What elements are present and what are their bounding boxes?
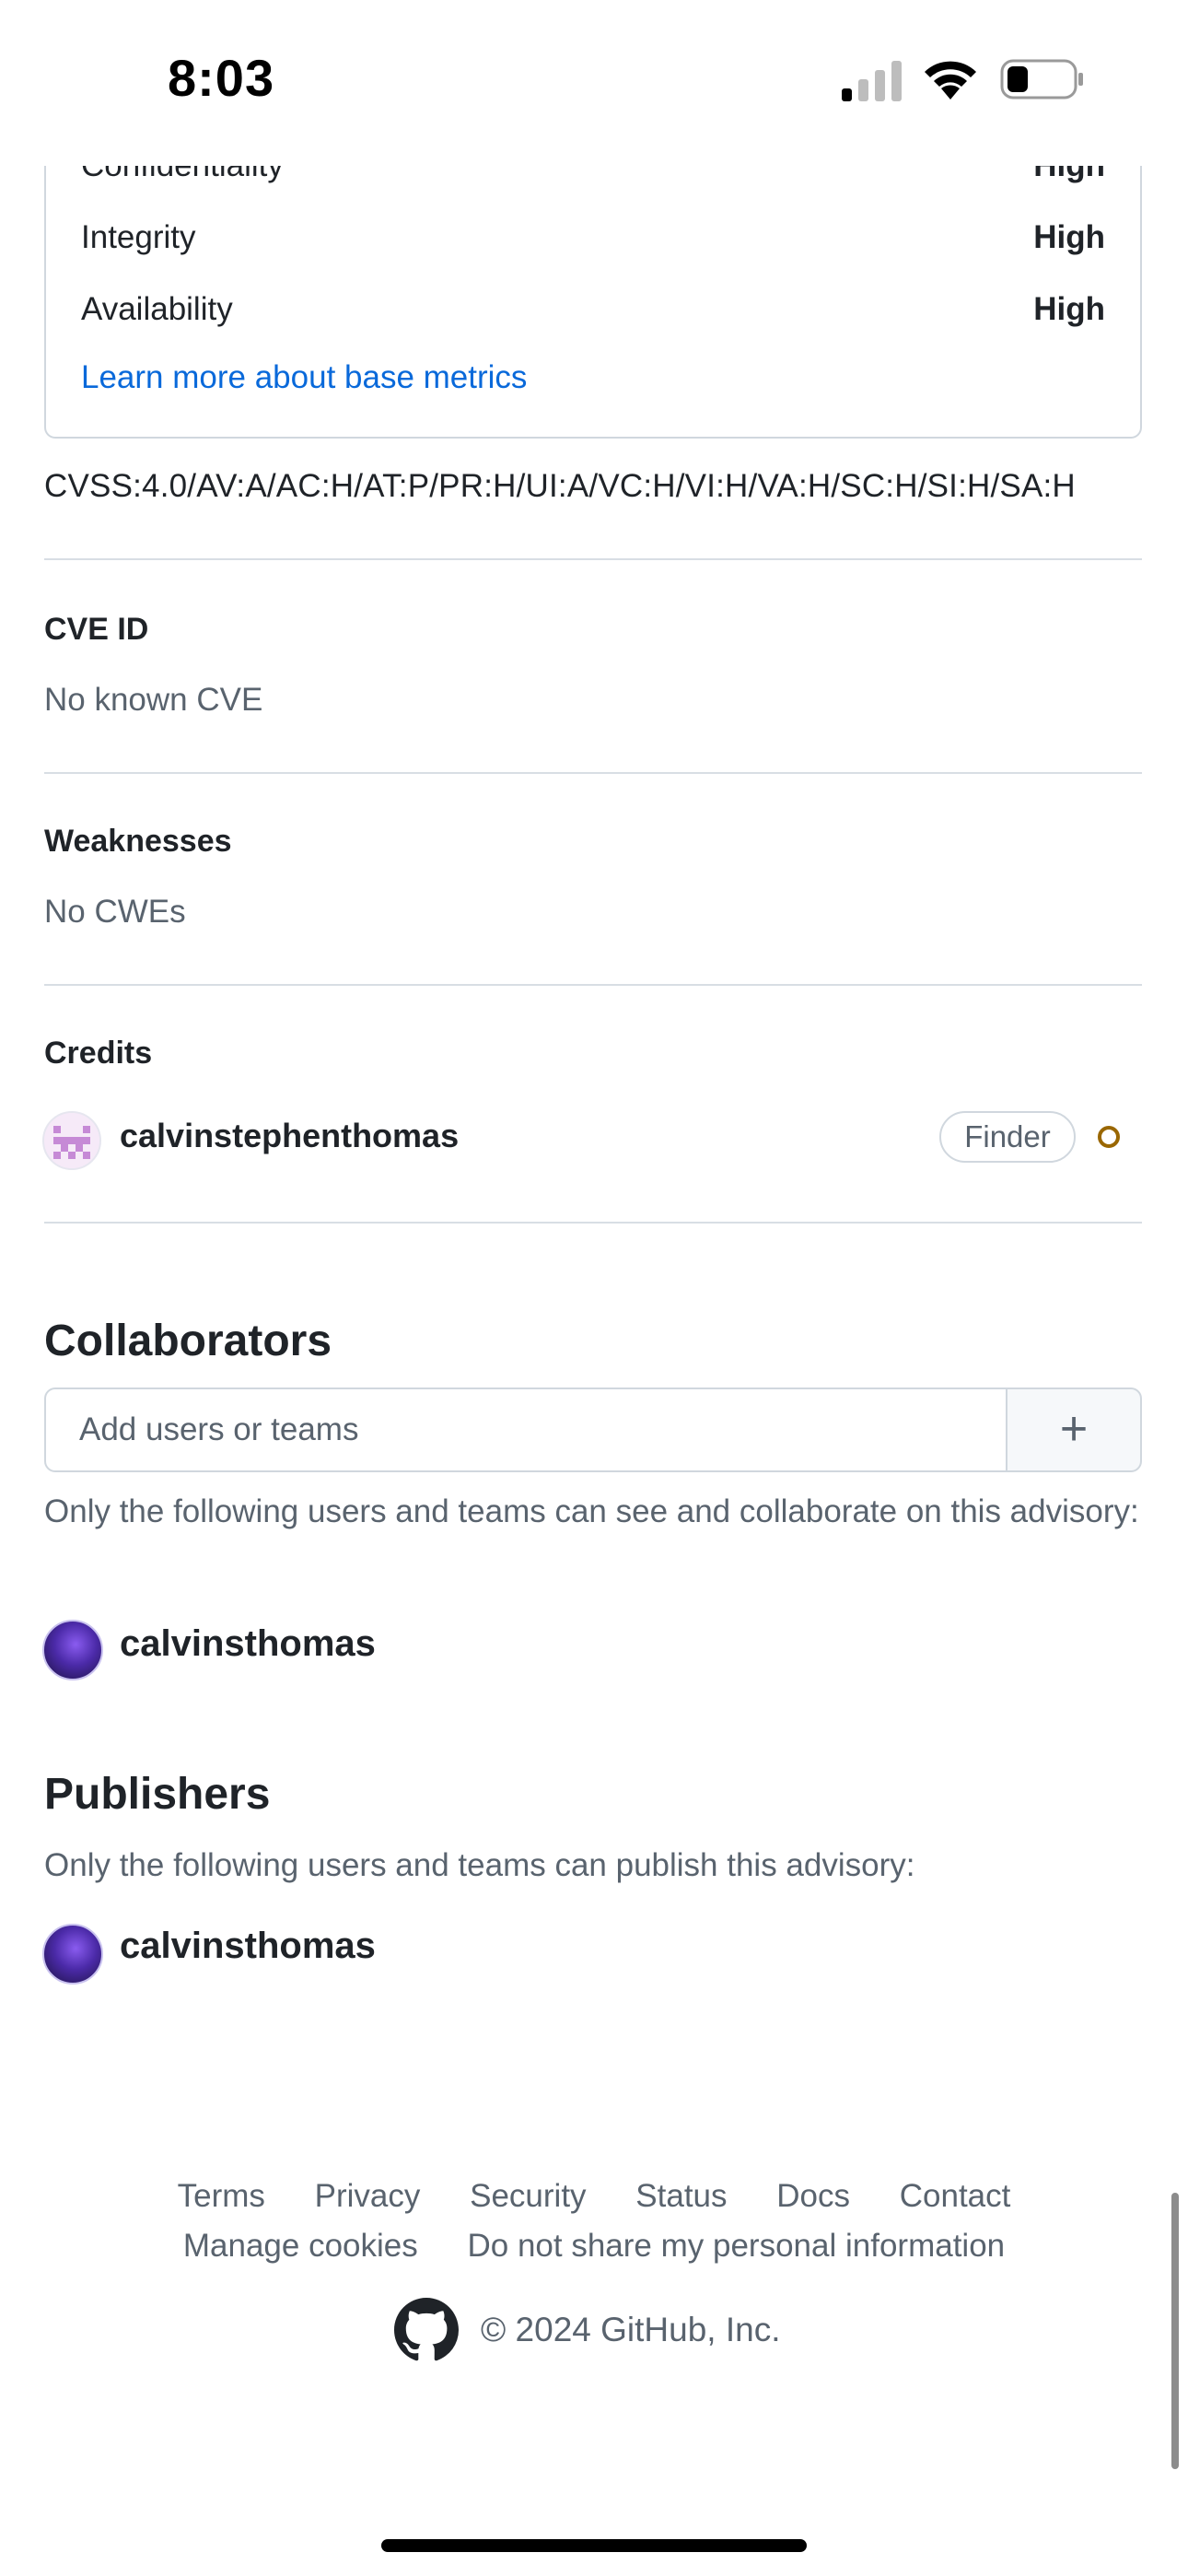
add-users-or-teams-input[interactable]: Add users or teams [44,1388,1007,1472]
metric-label: Integrity [81,219,196,255]
weaknesses-value: No CWEs [44,894,186,930]
metric-row-integrity: Integrity High [81,219,1105,256]
battery-icon [1000,59,1083,100]
scrollbar[interactable] [1171,2193,1179,2469]
avatar[interactable] [42,1924,103,1985]
cellular-signal-icon [842,61,902,101]
collaborators-description: Only the following users and teams can s… [44,1493,1139,1529]
add-collaborator-button[interactable]: + [1006,1388,1142,1472]
footer-links-row: Terms Privacy Security Status Docs Conta… [0,2178,1188,2215]
footer-link-privacy[interactable]: Privacy [315,2178,421,2214]
divider [44,558,1142,560]
wifi-icon [925,61,976,100]
footer-links-row: Manage cookies Do not share my personal … [0,2228,1188,2265]
credit-username-link[interactable]: calvinstephenthomas [120,1117,459,1155]
publisher-username-link[interactable]: calvinsthomas [120,1926,376,1967]
avatar[interactable] [42,1111,101,1170]
collaborators-heading: Collaborators [44,1317,332,1365]
metric-label: Availability [81,291,233,327]
pending-status-icon [1098,1126,1120,1148]
footer-link-manage-cookies[interactable]: Manage cookies [183,2228,418,2264]
metric-row-availability: Availability High [81,291,1105,328]
cve-id-value: No known CVE [44,682,263,718]
credits-title: Credits [44,1036,153,1071]
metric-value: High [1033,219,1105,255]
cvss-vector-string: CVSS:4.0/AV:A/AC:H/AT:P/PR:H/UI:A/VC:H/V… [44,468,1076,504]
copyright-text: © 2024 GitHub, Inc. [481,2311,781,2348]
publishers-heading: Publishers [44,1770,271,1819]
status-time: 8:03 [168,49,275,107]
metric-value: High [1033,291,1105,327]
learn-more-base-metrics-link[interactable]: Learn more about base metrics [81,359,527,396]
identicon-icon [44,1113,99,1168]
publishers-description: Only the following users and teams can p… [44,1847,915,1883]
home-indicator[interactable] [381,2539,807,2552]
divider [44,984,1142,986]
status-bar: 8:03 [0,0,1188,166]
footer-link-security[interactable]: Security [470,2178,586,2214]
divider [44,1222,1142,1224]
footer-link-do-not-share[interactable]: Do not share my personal information [468,2228,1006,2264]
collaborator-username-link[interactable]: calvinsthomas [120,1623,376,1665]
footer-link-status[interactable]: Status [635,2178,727,2214]
avatar[interactable] [42,1620,103,1680]
cve-id-title: CVE ID [44,612,149,647]
divider [44,772,1142,774]
footer-link-docs[interactable]: Docs [776,2178,850,2214]
credit-role-badge: Finder [939,1111,1076,1163]
weaknesses-title: Weaknesses [44,824,232,859]
github-logo-icon[interactable] [394,2298,459,2362]
footer-link-contact[interactable]: Contact [900,2178,1011,2214]
footer-copyright: © 2024 GitHub, Inc. [394,2298,855,2371]
footer-link-terms[interactable]: Terms [178,2178,265,2214]
